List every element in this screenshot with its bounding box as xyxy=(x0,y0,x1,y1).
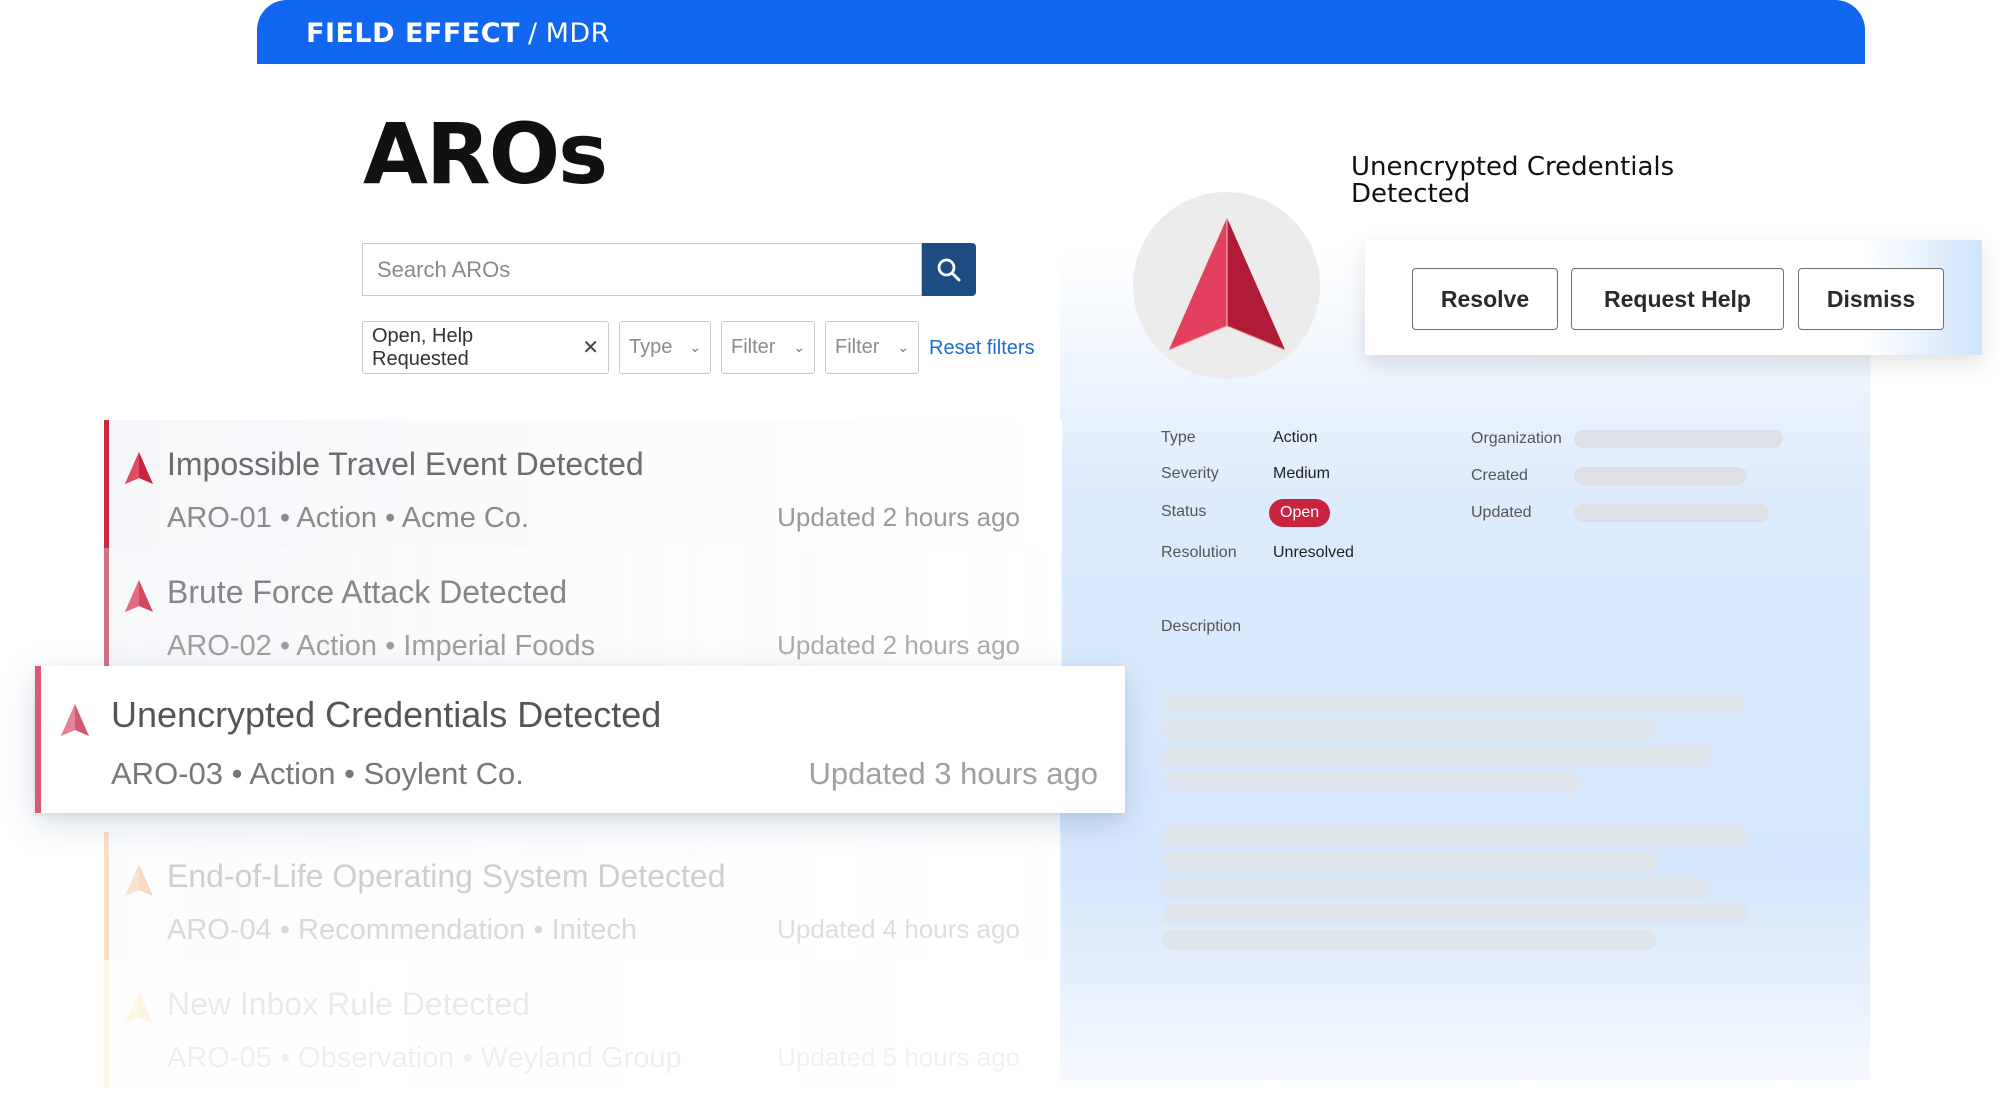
aro-meta: ARO-01 • Action • Acme Co. xyxy=(167,502,530,534)
aro-alert-icon xyxy=(125,580,153,612)
action-bar: Resolve Request Help Dismiss xyxy=(1365,240,1982,355)
aro-alert-icon xyxy=(125,864,153,896)
updated-value-placeholder xyxy=(1574,504,1769,522)
type-filter-dropdown[interactable]: Type ⌄ xyxy=(619,321,711,374)
brand-separator: / xyxy=(527,18,538,49)
aro-list-item-selected[interactable]: Unencrypted Credentials Detected ARO-03 … xyxy=(35,666,1125,813)
created-label: Created xyxy=(1471,467,1528,484)
search-input[interactable] xyxy=(362,243,922,296)
severity-label: Severity xyxy=(1161,465,1219,482)
description-line-placeholder xyxy=(1162,772,1580,792)
filter-dropdown-1[interactable]: Filter ⌄ xyxy=(721,321,815,374)
description-label: Description xyxy=(1161,618,1242,635)
aro-alert-icon xyxy=(125,992,153,1024)
aro-updated: Updated 3 hours ago xyxy=(808,756,1098,791)
created-value-placeholder xyxy=(1574,467,1747,485)
type-label: Type xyxy=(1161,429,1196,446)
description-line-placeholder xyxy=(1162,694,1748,714)
request-help-button[interactable]: Request Help xyxy=(1571,268,1784,330)
aro-meta: ARO-05 • Observation • Weyland Group xyxy=(167,1042,682,1074)
type-filter-label: Type xyxy=(629,336,673,358)
chevron-down-icon: ⌄ xyxy=(897,339,909,355)
severity-value: Medium xyxy=(1273,465,1330,482)
aro-title: Impossible Travel Event Detected xyxy=(167,446,644,482)
aro-meta: ARO-03 • Action • Soylent Co. xyxy=(111,756,524,791)
filter-dropdown-2-label: Filter xyxy=(835,336,880,358)
status-filter-chip[interactable]: Open, Help Requested ✕ xyxy=(362,321,609,374)
search-icon xyxy=(937,258,961,281)
aro-updated: Updated 2 hours ago xyxy=(777,630,1020,660)
description-line-placeholder xyxy=(1162,826,1748,846)
detail-background xyxy=(1060,250,1870,1080)
aro-updated: Updated 4 hours ago xyxy=(777,914,1020,944)
status-badge: Open xyxy=(1269,499,1331,527)
dismiss-button[interactable]: Dismiss xyxy=(1798,268,1944,330)
organization-value-placeholder xyxy=(1574,430,1783,448)
description-line-placeholder xyxy=(1162,930,1656,950)
aro-meta: ARO-02 • Action • Imperial Foods xyxy=(167,630,596,662)
top-bar: FIELD EFFECT / MDR xyxy=(257,0,1865,64)
description-line-placeholder xyxy=(1162,720,1656,740)
aro-logo xyxy=(1133,192,1320,379)
field-effect-arrow-icon xyxy=(1168,217,1285,351)
aro-title: Unencrypted Credentials Detected xyxy=(111,694,662,735)
filter-dropdown-1-label: Filter xyxy=(731,336,776,358)
aro-list-item[interactable]: Impossible Travel Event Detected ARO-01 … xyxy=(104,420,1062,548)
aro-meta: ARO-04 • Recommendation • Initech xyxy=(167,914,638,946)
description-line-placeholder xyxy=(1162,904,1748,924)
resolution-value: Unresolved xyxy=(1273,544,1354,561)
type-value: Action xyxy=(1273,429,1318,446)
filter-dropdown-2[interactable]: Filter ⌄ xyxy=(825,321,919,374)
chevron-down-icon: ⌄ xyxy=(689,339,701,355)
detail-title: Unencrypted Credentials Detected xyxy=(1351,152,1675,209)
aro-list-item[interactable]: End-of-Life Operating System Detected AR… xyxy=(104,832,1062,960)
aro-list-item[interactable]: Brute Force Attack Detected ARO-02 • Act… xyxy=(104,548,1062,676)
brand-product: MDR xyxy=(545,18,610,49)
aro-title: End-of-Life Operating System Detected xyxy=(167,858,726,894)
description-line-placeholder xyxy=(1162,852,1656,872)
resolve-button[interactable]: Resolve xyxy=(1412,268,1558,330)
organization-label: Organization xyxy=(1471,430,1562,447)
status-label: Status xyxy=(1161,503,1207,520)
aro-updated: Updated 2 hours ago xyxy=(777,502,1020,532)
updated-label: Updated xyxy=(1471,504,1532,521)
resolution-label: Resolution xyxy=(1161,544,1237,561)
aro-title: Brute Force Attack Detected xyxy=(167,574,568,610)
aro-alert-icon xyxy=(61,704,89,736)
brand-logo[interactable]: FIELD EFFECT / MDR xyxy=(306,18,610,49)
aro-list-item[interactable]: New Inbox Rule Detected ARO-05 • Observa… xyxy=(104,960,1062,1088)
close-icon[interactable]: ✕ xyxy=(582,335,599,360)
aro-alert-icon xyxy=(125,452,153,484)
search-button[interactable] xyxy=(922,243,976,296)
description-line-placeholder xyxy=(1162,878,1710,898)
description-line-placeholder xyxy=(1162,746,1710,766)
reset-filters-link[interactable]: Reset filters xyxy=(929,337,1035,360)
aro-title: New Inbox Rule Detected xyxy=(167,986,530,1022)
chevron-down-icon: ⌄ xyxy=(793,339,805,355)
status-filter-label: Open, Help Requested xyxy=(372,324,474,370)
page-title: AROs xyxy=(363,105,608,203)
aro-updated: Updated 5 hours ago xyxy=(777,1042,1020,1072)
brand-name: FIELD EFFECT xyxy=(306,18,520,49)
